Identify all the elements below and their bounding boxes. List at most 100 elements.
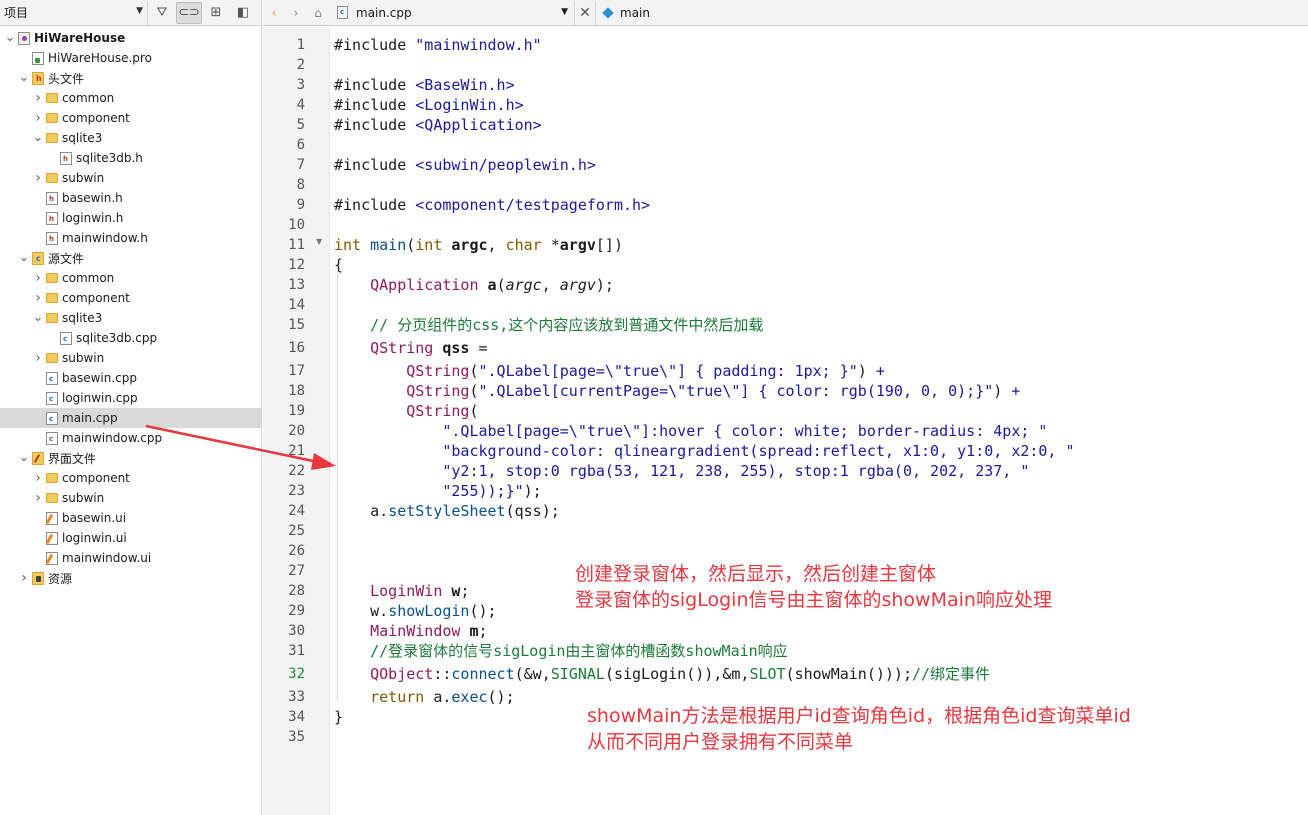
view-selector[interactable]: 项目 ▼	[0, 0, 148, 25]
tree-item[interactable]: loginwin.ui	[0, 528, 261, 548]
tree-item[interactable]: sqlite3db.h	[0, 148, 261, 168]
tree-item[interactable]: › component	[0, 468, 261, 488]
code-line: QString(".QLabel[page=\"true\"] { paddin…	[334, 361, 885, 381]
chevron-down-icon[interactable]: ⌄	[18, 251, 30, 264]
tree-item[interactable]: › 资源	[0, 568, 261, 588]
tree-item-label: basewin.h	[62, 191, 123, 205]
symbol-selector[interactable]: main	[596, 6, 650, 20]
code-line: {	[334, 255, 343, 275]
tree-item[interactable]: › common	[0, 88, 261, 108]
tree-item-label: HiWareHouse	[34, 31, 126, 45]
line-number: 35	[288, 729, 305, 745]
line-number: 4	[296, 97, 305, 113]
chevron-down-icon[interactable]: ▼	[561, 7, 568, 17]
tree-item[interactable]: basewin.ui	[0, 508, 261, 528]
tree-item[interactable]: main.cpp	[0, 408, 261, 428]
tree-item[interactable]: ⌄ 源文件	[0, 248, 261, 268]
code-token: QString	[406, 362, 470, 380]
line-number: 3	[296, 77, 305, 93]
chevron-down-icon[interactable]: ⌄	[18, 451, 30, 464]
tree-item[interactable]: loginwin.cpp	[0, 388, 261, 408]
close-sidebar-icon[interactable]: ◧	[230, 2, 256, 24]
header-file-icon	[60, 151, 72, 165]
code-token: +	[1011, 382, 1021, 400]
code-token: <LoginWin.h>	[415, 96, 524, 114]
code-line: "y2:1, stop:0 rgba(53, 121, 238, 255), s…	[334, 461, 1029, 481]
chevron-down-icon[interactable]: ⌄	[18, 71, 30, 84]
code-token: .	[379, 502, 389, 520]
add-split-icon[interactable]: ⊞	[203, 2, 229, 24]
cpp-file-icon	[46, 431, 58, 445]
fold-marker-icon[interactable]: ▼	[316, 237, 322, 246]
code-token: a	[370, 502, 380, 520]
tree-item[interactable]: › common	[0, 268, 261, 288]
tree-item[interactable]: › subwin	[0, 348, 261, 368]
code-token: +	[875, 362, 885, 380]
tree-item[interactable]: ⌄ 头文件	[0, 68, 261, 88]
tree-item[interactable]: › subwin	[0, 488, 261, 508]
code-token: (	[496, 276, 506, 294]
chevron-right-icon[interactable]: ›	[32, 350, 44, 366]
code-line: int main(int argc, char *argv[])	[334, 235, 623, 255]
symbol-label: main	[620, 5, 650, 20]
forward-icon[interactable]: ›	[285, 6, 307, 20]
form-group-icon	[32, 451, 44, 465]
code-token: );	[595, 276, 614, 294]
chevron-right-icon[interactable]: ›	[32, 470, 44, 486]
code-token: #include	[334, 96, 416, 114]
code-token: w	[370, 602, 380, 620]
chevron-right-icon[interactable]: ›	[32, 290, 44, 306]
header-file-icon	[46, 211, 58, 225]
code-token: QString	[370, 339, 434, 357]
code-token: #include	[334, 196, 416, 214]
back-icon[interactable]: ‹	[263, 6, 285, 20]
code-token: argv	[559, 276, 596, 294]
code-line: "background-color: qlineargradient(sprea…	[334, 441, 1074, 461]
chevron-right-icon[interactable]: ›	[32, 90, 44, 106]
code-token: *	[541, 236, 560, 254]
tree-item[interactable]: › component	[0, 108, 261, 128]
chevron-down-icon[interactable]: ⌄	[32, 311, 44, 324]
chevron-right-icon[interactable]: ›	[18, 570, 30, 586]
file-tab[interactable]: main.cpp ▼	[329, 1, 574, 25]
code-line: QObject::connect(&w,SIGNAL(sigLogin()),&…	[334, 664, 990, 684]
code-line: return a.exec();	[334, 687, 515, 707]
line-number: 2	[296, 57, 305, 73]
tree-item[interactable]: loginwin.h	[0, 208, 261, 228]
tree-item[interactable]: basewin.cpp	[0, 368, 261, 388]
chevron-right-icon[interactable]: ›	[32, 270, 44, 286]
filter-icon[interactable]: ⛛	[149, 2, 175, 24]
tree-item[interactable]: ⌄ sqlite3	[0, 128, 261, 148]
tree-item[interactable]: ⌄ 界面文件	[0, 448, 261, 468]
chevron-right-icon[interactable]: ›	[32, 170, 44, 186]
chevron-down-icon[interactable]: ⌄	[32, 131, 44, 144]
link-icon[interactable]: ⊂⊃	[176, 1, 202, 24]
tree-item[interactable]: HiWareHouse.pro	[0, 48, 261, 68]
code-token: m	[469, 622, 479, 640]
tree-item[interactable]: ⌄ HiWareHouse	[0, 28, 261, 48]
line-number: 31	[288, 643, 305, 659]
tree-item[interactable]: › component	[0, 288, 261, 308]
annotation-note-1: 创建登录窗体，然后显示，然后创建主窗体 登录窗体的sigLogin信号由主窗体的…	[575, 561, 1052, 613]
code-line: }	[334, 707, 343, 727]
line-number: 32	[288, 666, 305, 682]
code-token: ();	[487, 688, 515, 706]
line-number: 11	[288, 237, 305, 253]
chevron-right-icon[interactable]: ›	[32, 490, 44, 506]
tree-item[interactable]: basewin.h	[0, 188, 261, 208]
chevron-right-icon[interactable]: ›	[32, 110, 44, 126]
tree-item[interactable]: ⌄ sqlite3	[0, 308, 261, 328]
tree-item[interactable]: mainwindow.ui	[0, 548, 261, 568]
code-token: ;	[478, 622, 488, 640]
chevron-down-icon[interactable]: ⌄	[4, 31, 16, 44]
tree-item[interactable]: mainwindow.cpp	[0, 428, 261, 448]
tree-item[interactable]: mainwindow.h	[0, 228, 261, 248]
tree-item[interactable]: sqlite3db.cpp	[0, 328, 261, 348]
tree-item[interactable]: › subwin	[0, 168, 261, 188]
close-icon[interactable]: ✕	[574, 0, 596, 25]
